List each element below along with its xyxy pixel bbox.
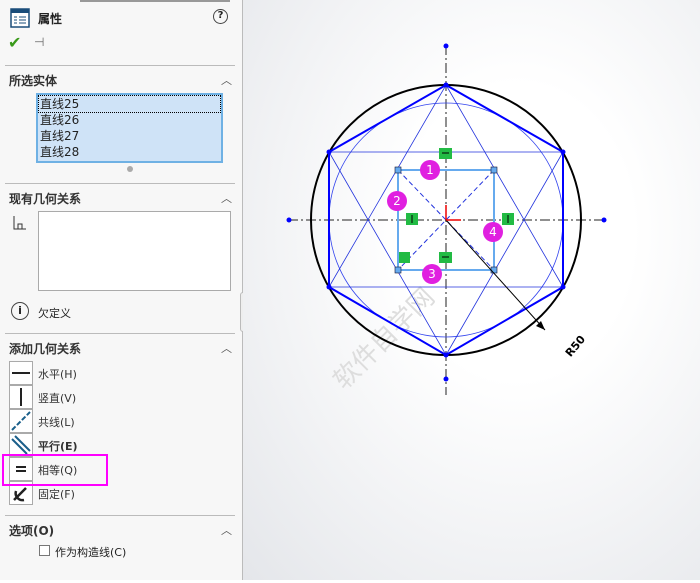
horizontal-icon[interactable]	[9, 361, 33, 385]
collapse-icon[interactable]: ︿	[221, 522, 232, 538]
relation-parallel[interactable]: 平行(E)	[38, 438, 78, 454]
panel-title: 属性	[10, 8, 62, 28]
svg-text:4: 4	[489, 225, 497, 239]
divider	[5, 183, 235, 184]
relation-fix[interactable]: 固定(F)	[38, 486, 75, 502]
construction-label[interactable]: 作为构造线(C)	[55, 544, 126, 560]
title-text: 属性	[38, 11, 63, 26]
vertical-icon[interactable]	[9, 385, 33, 409]
existing-relations-list[interactable]	[38, 211, 231, 291]
selected-entities-list[interactable]: 直线25 直线26 直线27 直线28	[36, 93, 223, 163]
dimension-text[interactable]: R50	[563, 333, 588, 360]
resize-handle[interactable]	[127, 166, 133, 172]
ok-check-icon[interactable]: ✔	[8, 33, 21, 52]
divider	[5, 515, 235, 516]
relation-horizontal[interactable]: 水平(H)	[38, 366, 77, 382]
relation-glyphs[interactable]	[399, 148, 514, 263]
collapse-icon[interactable]: ︿	[221, 340, 232, 356]
tab-indicator	[80, 0, 230, 2]
properties-icon	[10, 8, 30, 28]
sketch[interactable]: 软件自学网 R50 1 2 3 4	[243, 0, 700, 580]
section-selected-entities[interactable]: 所选实体	[9, 72, 57, 89]
help-icon[interactable]: ?	[213, 9, 228, 24]
section-add-relations[interactable]: 添加几何关系	[9, 340, 81, 357]
status-text: 欠定义	[38, 307, 71, 320]
divider	[5, 333, 235, 334]
section-options[interactable]: 选项(O)	[9, 522, 54, 539]
list-item[interactable]: 直线26	[39, 112, 220, 128]
dimension-arrow	[536, 321, 545, 330]
collapse-icon[interactable]: ︿	[221, 190, 232, 206]
list-item[interactable]: 直线25	[38, 95, 221, 113]
svg-text:2: 2	[393, 194, 401, 208]
relation-icon	[13, 216, 26, 230]
property-manager: 属性 ? ✔ ⊣ 所选实体 ︿ 直线25 直线26 直线27 直线28 现有几何…	[0, 0, 250, 580]
section-existing-relations[interactable]: 现有几何关系	[9, 190, 81, 207]
info-icon: i	[11, 302, 29, 320]
list-item[interactable]: 直线28	[39, 144, 220, 160]
collapse-icon[interactable]: ︿	[221, 72, 232, 88]
highlight-box	[2, 454, 108, 486]
list-item[interactable]: 直线27	[39, 128, 220, 144]
relation-collinear[interactable]: 共线(L)	[38, 414, 75, 430]
construction-checkbox[interactable]	[39, 545, 50, 556]
collinear-icon[interactable]	[9, 409, 33, 433]
graphics-area[interactable]: 软件自学网 R50 1 2 3 4	[243, 0, 700, 580]
svg-text:1: 1	[426, 163, 434, 177]
svg-text:3: 3	[428, 267, 436, 281]
relation-vertical[interactable]: 竖直(V)	[38, 390, 76, 406]
divider	[5, 65, 235, 66]
pin-icon[interactable]: ⊣	[34, 35, 44, 49]
